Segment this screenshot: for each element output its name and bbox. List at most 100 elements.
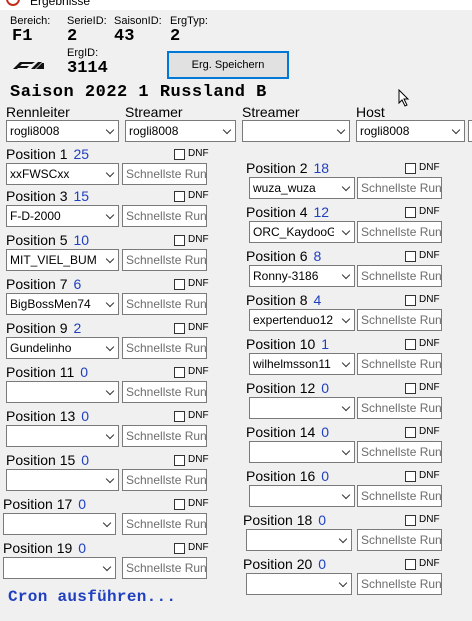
position-label: Position 11 0 xyxy=(6,364,88,380)
position-name: Position 18 xyxy=(243,512,313,528)
fastest-lap-input[interactable]: Schnellste Runde xyxy=(357,177,442,199)
fastest-lap-input[interactable]: Schnellste Runde xyxy=(122,513,207,535)
dnf-checkbox[interactable]: DNF xyxy=(174,148,209,160)
chevron-down-icon xyxy=(338,578,348,588)
fastest-lap-input[interactable]: Schnellste Runde xyxy=(122,557,207,579)
fastest-lap-input[interactable]: Schnellste Runde xyxy=(357,397,442,419)
dnf-checkbox[interactable]: DNF xyxy=(174,190,209,202)
driver-select[interactable]: wilhelmsson11 xyxy=(249,353,355,375)
checkbox-icon xyxy=(405,338,416,350)
dnf-checkbox[interactable]: DNF xyxy=(405,514,440,526)
driver-select[interactable] xyxy=(249,485,355,507)
fastest-lap-input[interactable]: Schnellste Runde xyxy=(357,353,442,375)
position-label: Position 6 8 xyxy=(246,248,321,264)
driver-select[interactable]: ORC_KaydooG xyxy=(249,221,355,243)
dnf-label: DNF xyxy=(188,278,209,289)
fastest-lap-input[interactable]: Schnellste Runde xyxy=(122,293,207,315)
position-label: Position 16 0 xyxy=(246,468,329,484)
fastest-lap-input[interactable]: Schnellste Runde xyxy=(122,425,207,447)
fastest-lap-input[interactable]: Schnellste Runde xyxy=(122,163,207,185)
position-label: Position 13 0 xyxy=(6,408,89,424)
checkbox-icon xyxy=(174,148,185,160)
save-button[interactable]: Erg. Speichern xyxy=(167,51,289,79)
driver-select[interactable]: MIT_VIEL_BUM xyxy=(6,249,119,271)
fastest-lap-input[interactable]: Schnellste Runde xyxy=(122,249,207,271)
fastest-lap-input[interactable]: Schnellste Runde xyxy=(122,381,207,403)
position-name: Position 12 xyxy=(246,380,316,396)
fastest-lap-input[interactable]: Schnellste Runde xyxy=(357,309,442,331)
driver-select[interactable] xyxy=(3,557,116,579)
driver-select[interactable]: xxFWSCxx xyxy=(6,163,119,185)
driver-select[interactable] xyxy=(3,513,116,535)
fastest-lap-input[interactable]: Schnellste Runde xyxy=(357,573,442,595)
driver-select[interactable]: BigBossMen74 xyxy=(6,293,119,315)
driver-select[interactable] xyxy=(6,381,119,403)
dnf-checkbox[interactable]: DNF xyxy=(174,498,209,510)
dnf-checkbox[interactable]: DNF xyxy=(405,206,440,218)
checkbox-icon xyxy=(405,382,416,394)
driver-select[interactable]: F-D-2000 xyxy=(6,205,119,227)
fastest-lap-input[interactable]: Schnellste Runde xyxy=(357,221,442,243)
dnf-checkbox[interactable]: DNF xyxy=(405,338,440,350)
fastest-lap-input[interactable]: Schnellste Runde xyxy=(357,441,442,463)
position-label: Position 12 0 xyxy=(246,380,329,396)
checkbox-icon xyxy=(174,410,185,422)
driver-name: wuza_wuza xyxy=(253,181,316,195)
chevron-down-icon xyxy=(105,474,115,484)
fastest-lap-input[interactable]: Schnellste Runde xyxy=(122,337,207,359)
streamer-2-select[interactable] xyxy=(242,120,350,142)
rennleiter-select[interactable]: rogli8008 xyxy=(6,120,119,142)
chevron-down-icon xyxy=(341,226,351,236)
dnf-checkbox[interactable]: DNF xyxy=(174,278,209,290)
fastest-lap-input[interactable]: Schnellste Runde xyxy=(357,265,442,287)
dnf-checkbox[interactable]: DNF xyxy=(174,366,209,378)
checkbox-icon xyxy=(405,162,416,174)
dnf-checkbox[interactable]: DNF xyxy=(405,426,440,438)
dnf-checkbox[interactable]: DNF xyxy=(405,250,440,262)
streamer-1-select[interactable]: rogli8008 xyxy=(125,120,236,142)
chevron-down-icon xyxy=(102,562,112,572)
f1-logo xyxy=(11,57,45,69)
dnf-checkbox[interactable]: DNF xyxy=(405,162,440,174)
dnf-label: DNF xyxy=(419,514,440,525)
position-label: Position 2 18 xyxy=(246,160,329,176)
checkbox-icon xyxy=(405,294,416,306)
checkbox-icon xyxy=(405,206,416,218)
dnf-checkbox[interactable]: DNF xyxy=(405,470,440,482)
dnf-checkbox[interactable]: DNF xyxy=(174,234,209,246)
driver-name: BigBossMen74 xyxy=(10,297,91,311)
fastest-lap-input[interactable]: Schnellste Runde xyxy=(357,485,442,507)
fastest-lap-input[interactable]: Schnellste Runde xyxy=(122,205,207,227)
dnf-label: DNF xyxy=(188,454,209,465)
fastest-lap-input[interactable]: Schnellste Runde xyxy=(122,469,207,491)
checkbox-icon xyxy=(405,558,416,570)
driver-select[interactable]: Ronny-3186 xyxy=(249,265,355,287)
cron-link[interactable]: Cron ausführen... xyxy=(8,588,176,606)
dnf-label: DNF xyxy=(419,250,440,261)
position-name: Position 14 xyxy=(246,424,316,440)
dnf-checkbox[interactable]: DNF xyxy=(174,542,209,554)
driver-select[interactable] xyxy=(246,573,352,595)
position-name: Position 10 xyxy=(246,336,316,352)
dnf-checkbox[interactable]: DNF xyxy=(174,410,209,422)
checkbox-icon xyxy=(174,542,185,554)
position-points: 0 xyxy=(318,556,327,572)
driver-select[interactable] xyxy=(246,529,352,551)
dnf-checkbox[interactable]: DNF xyxy=(174,454,209,466)
fastest-lap-input[interactable]: Schnellste Runde xyxy=(357,529,442,551)
driver-select[interactable]: wuza_wuza xyxy=(249,177,355,199)
host-select[interactable]: rogli8008 xyxy=(356,120,465,142)
driver-select[interactable] xyxy=(6,469,119,491)
dnf-checkbox[interactable]: DNF xyxy=(405,382,440,394)
role-label-streamer-2: Streamer xyxy=(242,104,300,120)
driver-select[interactable] xyxy=(249,397,355,419)
driver-select[interactable] xyxy=(249,441,355,463)
driver-select[interactable] xyxy=(6,425,119,447)
dnf-checkbox[interactable]: DNF xyxy=(174,322,209,334)
driver-select[interactable]: Gundelinho xyxy=(6,337,119,359)
dnf-checkbox[interactable]: DNF xyxy=(405,294,440,306)
position-name: Position 13 xyxy=(6,408,76,424)
driver-select[interactable]: expertenduo12 xyxy=(249,309,355,331)
dnf-checkbox[interactable]: DNF xyxy=(405,558,440,570)
chevron-down-icon xyxy=(341,358,351,368)
